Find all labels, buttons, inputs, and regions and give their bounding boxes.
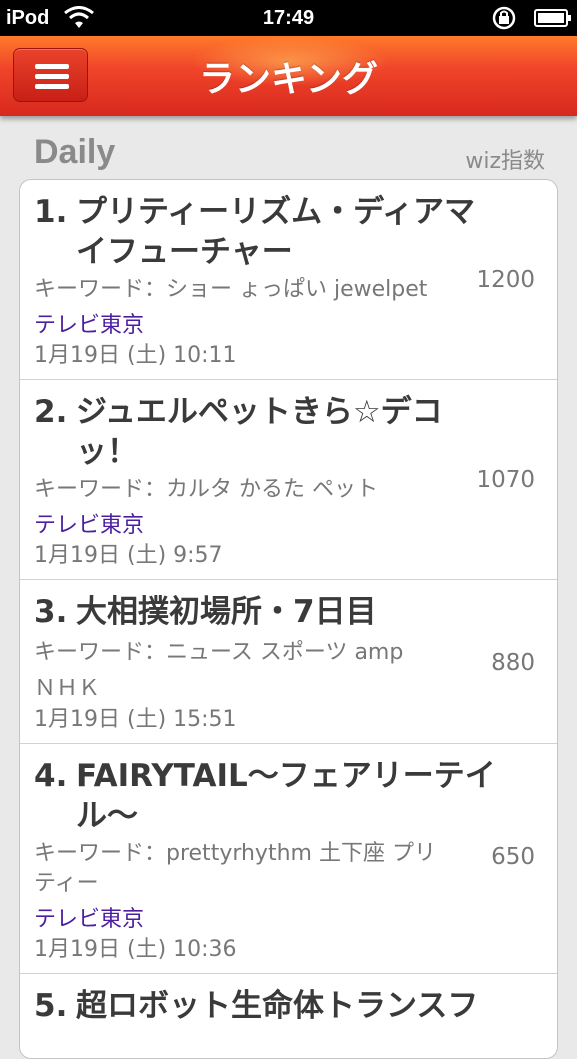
title-line: ジュエルペットきら☆デコ [76,394,443,430]
title-line: ッ！ [76,434,138,470]
title-line: 大相撲初場所・7日目 [76,594,377,630]
item-keywords: キーワード：ニュース スポーツ amp [34,640,404,665]
rank-number: 4. [34,758,68,794]
list-item[interactable]: 2. ジュエルペットきら☆デコ ッ！ キーワード：カルタ かるた ペット テレビ東… [20,380,557,580]
item-channel: テレビ東京 [34,513,145,538]
item-title: 2. ジュエルペットきら☆デコ ッ！ [34,392,534,472]
section-title: Daily [34,133,116,171]
battery-icon [534,9,571,27]
page-title: ランキング [199,59,378,100]
title-line: FAIRYTAIL〜フェアリーテイ [76,758,496,794]
item-date: 1月19日 (土) 15:51 [34,707,237,732]
item-keywords: キーワード：カルタ かるた ペット [34,477,378,502]
ranking-list: 1. プリティーリズム・ディアマ イフューチャー キーワード：ショー ょっぱい j… [19,179,558,1059]
title-line: ル〜 [76,798,138,834]
item-date: 1月19日 (土) 10:11 [34,343,237,368]
item-date: 1月19日 (土) 9:57 [34,543,223,568]
list-item[interactable]: 1. プリティーリズム・ディアマ イフューチャー キーワード：ショー ょっぱい j… [20,180,557,380]
nav-bar: ランキング [0,36,577,116]
item-keywords: キーワード：ショー ょっぱい jewelpet [34,277,428,302]
score-column-label: wiz指数 [465,149,545,174]
item-title: 5. 超ロボット生命体トランスフ [34,986,534,1026]
item-score: 1200 [476,267,535,293]
item-title: 1. プリティーリズム・ディアマ イフューチャー [34,192,534,272]
item-keywords: キーワード：prettyrhythm 土下座 プリティー [34,841,436,896]
item-title: 3. 大相撲初場所・7日目 [34,592,534,632]
rank-number: 5. [34,988,68,1024]
item-score: 1070 [476,467,535,493]
title-line: 超ロボット生命体トランスフ [76,988,479,1024]
rotation-lock-icon [492,6,516,30]
list-item[interactable]: 4. FAIRYTAIL〜フェアリーテイ ル〜 キーワード：prettyrhyth… [20,744,557,974]
item-title: 4. FAIRYTAIL〜フェアリーテイ ル〜 [34,756,534,836]
status-bar: iPod 17:49 [0,0,577,36]
item-date: 1月19日 (土) 10:36 [34,937,237,962]
rank-number: 2. [34,394,68,430]
list-item[interactable]: 5. 超ロボット生命体トランスフ [20,974,557,1058]
item-channel: テレビ東京 [34,907,145,932]
item-score: 650 [491,844,535,870]
item-channel: テレビ東京 [34,313,145,338]
rank-number: 3. [34,594,68,630]
list-item[interactable]: 3. 大相撲初場所・7日目 キーワード：ニュース スポーツ amp ＮＨＫ 1月1… [20,580,557,744]
rank-number: 1. [34,194,68,230]
title-line: プリティーリズム・ディアマ [76,194,475,230]
item-score: 880 [491,650,535,676]
title-line: イフューチャー [76,234,293,270]
item-channel: ＮＨＫ [34,676,101,701]
